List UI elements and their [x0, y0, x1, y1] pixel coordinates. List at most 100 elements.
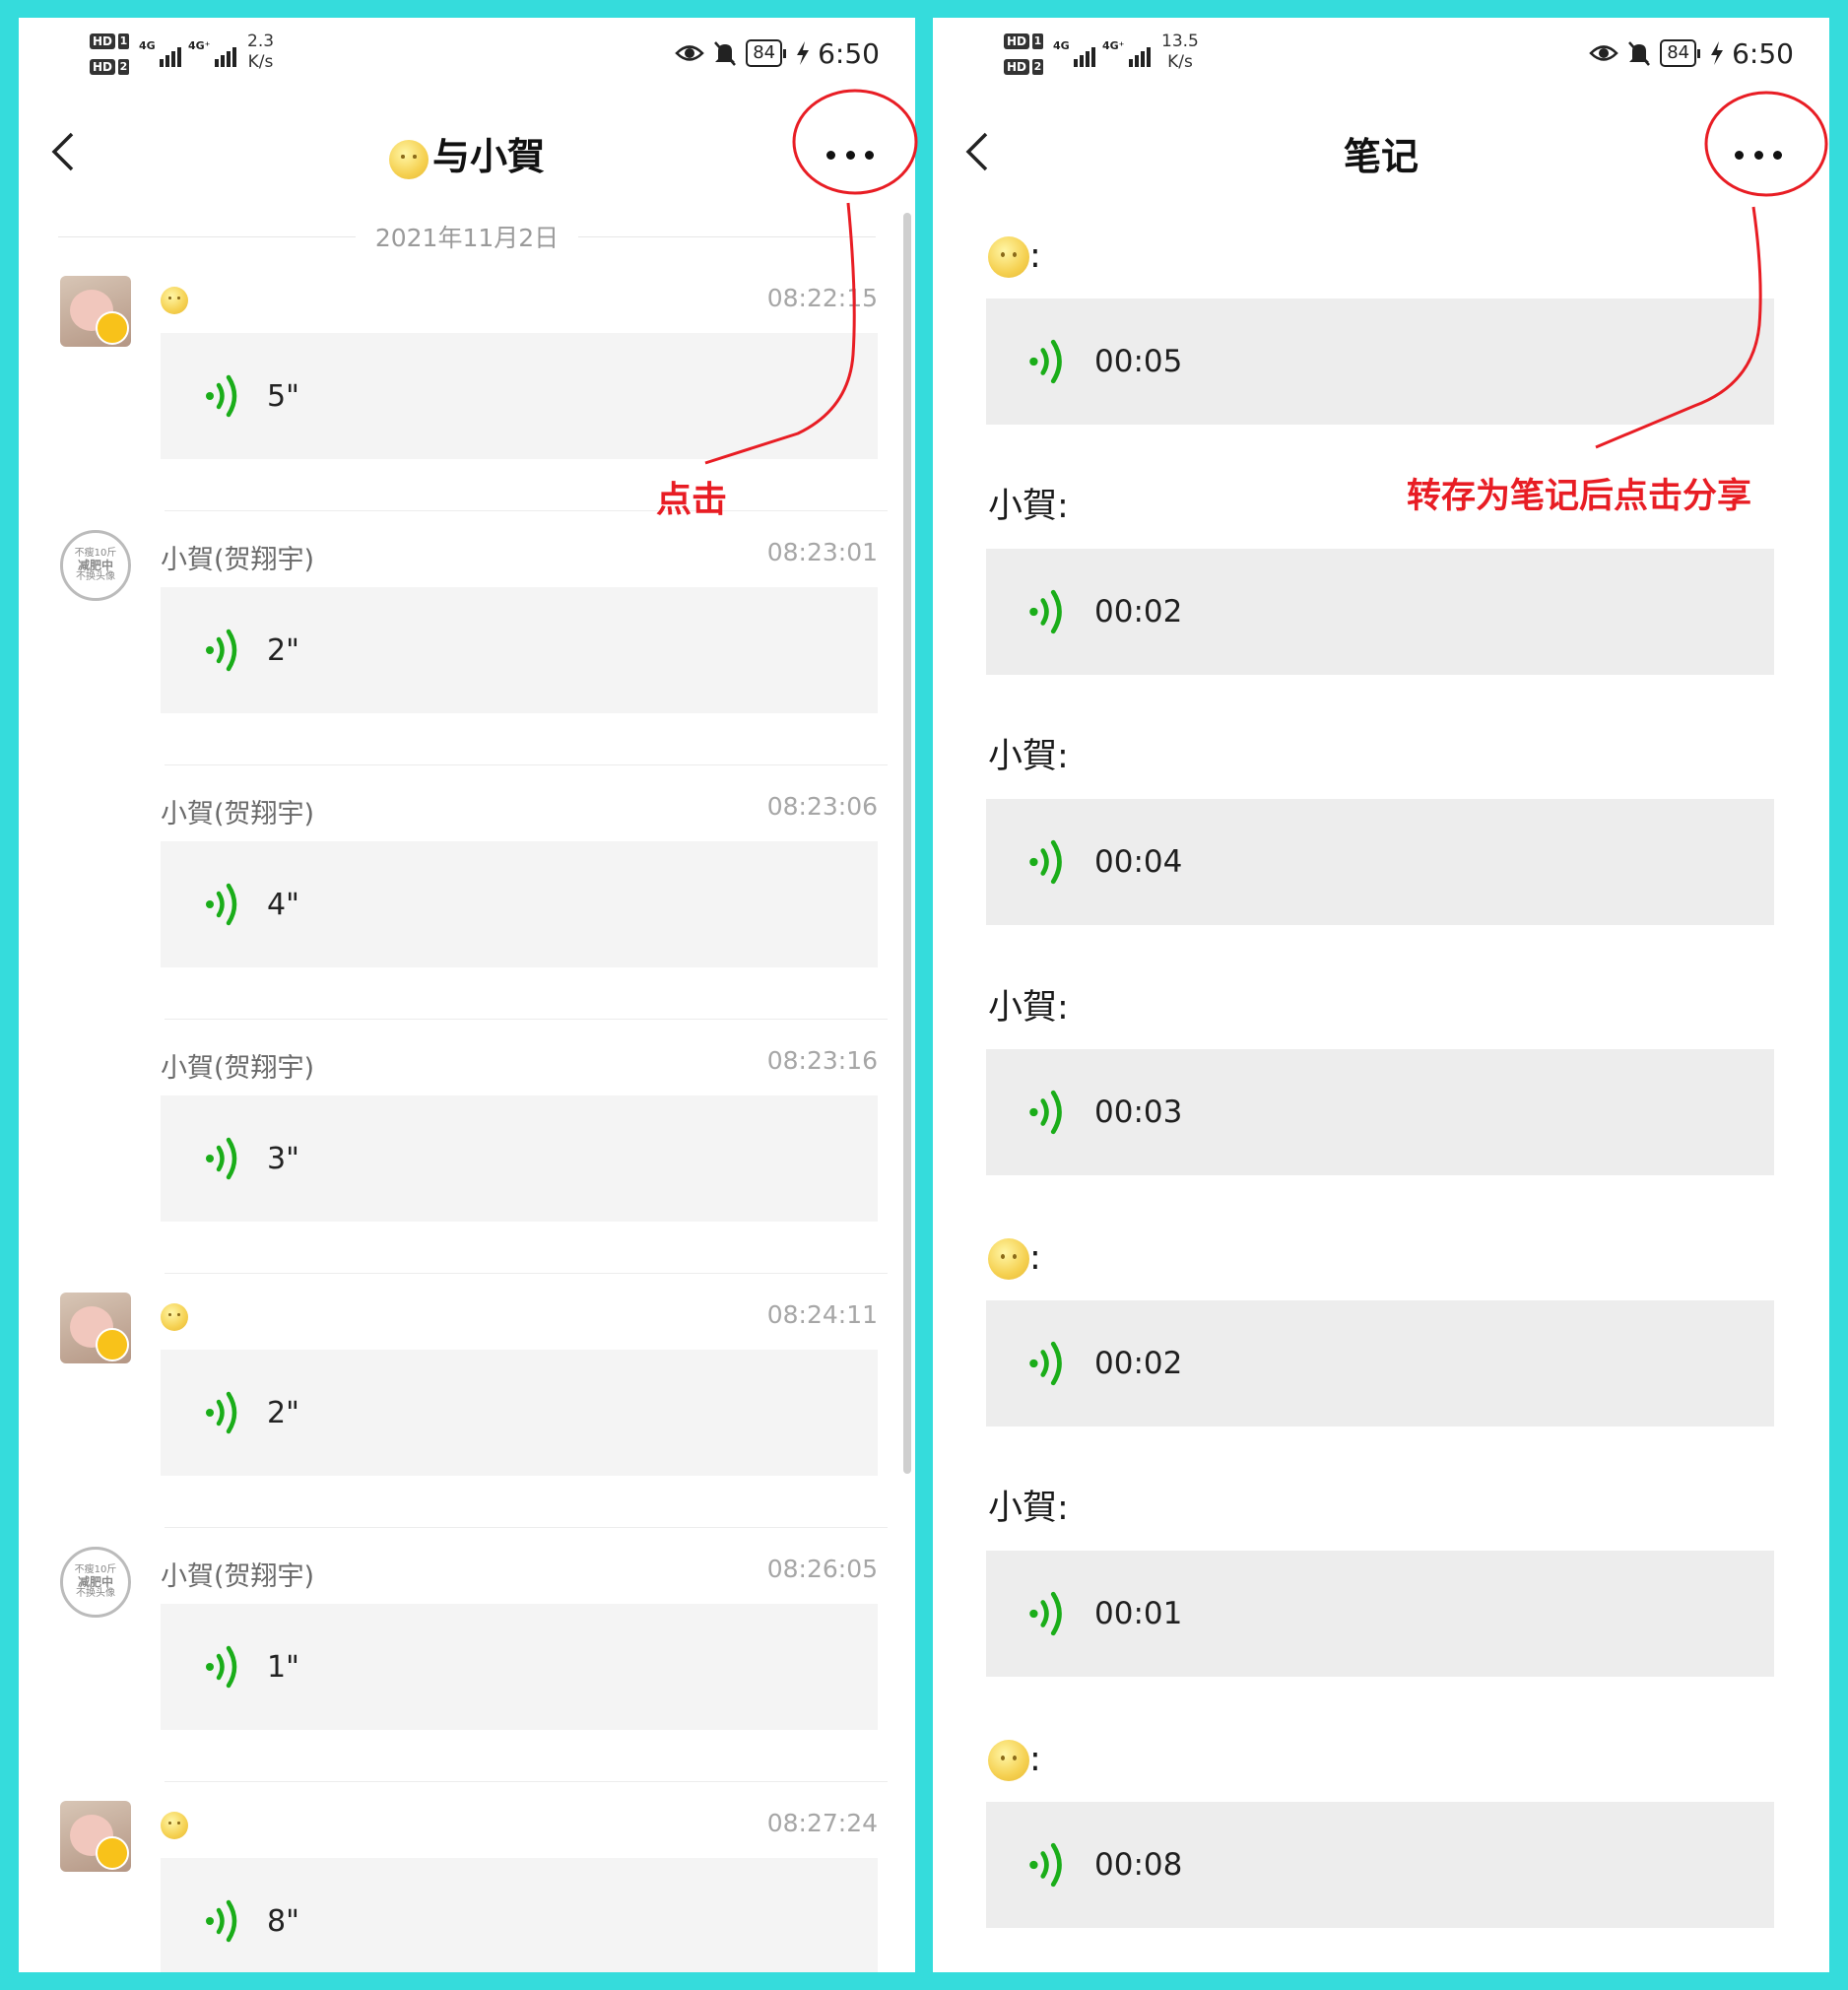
note-speaker: :: [988, 1234, 1041, 1282]
signal-icon: 4G⁺: [1102, 39, 1151, 67]
voice-message[interactable]: 2": [161, 1350, 878, 1476]
message-item: 小賀(贺翔宇) 08:23:16 3": [19, 1019, 915, 1293]
network-speed: 13.5 K/s: [1161, 32, 1199, 72]
sender-name: 小賀(贺翔宇): [161, 545, 315, 575]
emoji-avatar-icon: [988, 1740, 1029, 1781]
voice-duration: 00:03: [1094, 1094, 1183, 1130]
sim-indicators: HD 1 HD 2: [90, 32, 129, 83]
voice-duration: 2": [267, 632, 299, 668]
sender-name: [161, 1809, 188, 1839]
note-screen: HD 1 HD 2 4G 4G⁺ 13.5 K/s 84 6:50 笔记 : 00:0…: [933, 18, 1829, 1972]
emoji-avatar-icon: [988, 236, 1029, 278]
note-voice-message[interactable]: 00:01: [986, 1551, 1774, 1677]
hd-badge: HD: [90, 33, 116, 49]
page-title: 与小賀: [19, 132, 915, 181]
voice-wave-icon: [206, 1645, 237, 1689]
hd-badge: HD: [1004, 59, 1030, 75]
avatar[interactable]: [60, 1293, 131, 1363]
voice-wave-icon: [206, 374, 237, 418]
voice-duration: 1": [267, 1649, 299, 1685]
voice-wave-icon: [206, 1137, 237, 1180]
message-time: 08:23:16: [766, 1046, 878, 1075]
note-voice-message[interactable]: 00:02: [986, 549, 1774, 675]
voice-message[interactable]: 8": [161, 1858, 878, 1972]
voice-wave-icon: [206, 883, 237, 926]
voice-duration: 00:02: [1094, 1346, 1183, 1381]
voice-wave-icon: [206, 1899, 237, 1943]
message-time: 08:24:11: [766, 1300, 878, 1329]
emoji-avatar-icon: [161, 1302, 188, 1331]
message-item: 不瘦10斤 减肥中 不换头像 小賀(贺翔宇) 08:23:01 2": [19, 510, 915, 784]
voice-message[interactable]: 3": [161, 1095, 878, 1222]
emoji-avatar-icon: [161, 286, 188, 314]
sim-number: 2: [118, 59, 129, 75]
sender-name: [161, 1300, 188, 1331]
page-title: 笔记: [1343, 135, 1419, 178]
battery-indicator: 84: [746, 39, 787, 67]
note-speaker: :: [988, 232, 1041, 280]
signal-icon: 4G: [1053, 39, 1095, 67]
sim-number: 2: [1032, 59, 1043, 75]
note-voice-message[interactable]: 00:03: [986, 1049, 1774, 1175]
hd-badge: HD: [1004, 33, 1030, 49]
sender-name: 小賀(贺翔宇): [161, 799, 315, 829]
sim-indicators: HD 1 HD 2: [1004, 32, 1043, 83]
voice-duration: 8": [267, 1903, 299, 1939]
emoji-avatar-icon: [388, 139, 429, 179]
voice-wave-icon: [1029, 1090, 1062, 1135]
note-speaker: :: [988, 1736, 1041, 1783]
clock: 6:50: [818, 36, 880, 70]
more-options-icon[interactable]: [826, 148, 874, 162]
message-time: 08:23:06: [766, 792, 878, 821]
chat-date: 2021年11月2日: [374, 224, 560, 252]
message-item: 08:24:11 2": [19, 1273, 915, 1547]
voice-wave-icon: [1029, 589, 1062, 634]
note-voice-message[interactable]: 00:02: [986, 1300, 1774, 1426]
voice-duration: 00:02: [1094, 594, 1183, 630]
voice-wave-icon: [206, 1391, 237, 1434]
avatar[interactable]: [60, 276, 131, 347]
nav-bar: 笔记: [933, 95, 1829, 205]
avatar[interactable]: [60, 1801, 131, 1872]
message-time: 08:23:01: [766, 538, 878, 566]
note-voice-message[interactable]: 00:08: [986, 1802, 1774, 1928]
voice-message[interactable]: 2": [161, 587, 878, 713]
note-voice-message[interactable]: 00:04: [986, 799, 1774, 925]
more-options-icon[interactable]: [1735, 148, 1782, 162]
sim-number: 1: [118, 33, 129, 49]
note-speaker: 小賀:: [988, 737, 1069, 776]
voice-duration: 4": [267, 887, 299, 922]
note-voice-message[interactable]: 00:05: [986, 298, 1774, 425]
mute-bell-icon: [714, 41, 737, 66]
avatar[interactable]: 不瘦10斤 减肥中 不换头像: [60, 1547, 131, 1618]
sim-number: 1: [1032, 33, 1043, 49]
hd-badge: HD: [90, 59, 116, 75]
message-time: 08:22:15: [766, 284, 878, 312]
clock: 6:50: [1732, 36, 1794, 70]
voice-wave-icon: [206, 629, 237, 672]
eye-comfort-icon: [1589, 45, 1618, 61]
message-item: 08:27:24 8": [19, 1781, 915, 1972]
eye-comfort-icon: [675, 45, 704, 61]
message-time: 08:26:05: [766, 1555, 878, 1583]
message-item: 08:22:15 5": [19, 276, 915, 530]
voice-duration: 2": [267, 1395, 299, 1430]
note-speaker: 小賀:: [988, 988, 1069, 1028]
voice-message[interactable]: 5": [161, 333, 878, 459]
voice-message[interactable]: 1": [161, 1604, 878, 1730]
avatar[interactable]: 不瘦10斤 减肥中 不换头像: [60, 530, 131, 601]
network-speed: 2.3 K/s: [247, 32, 275, 72]
voice-wave-icon: [1029, 1842, 1062, 1888]
chat-history-screen: HD 1 HD 2 4G 4G⁺ 2.3 K/s 84 6:50 与小賀 2021年1…: [19, 18, 915, 1972]
voice-duration: 00:04: [1094, 844, 1183, 880]
note-speaker: 小賀:: [988, 1489, 1069, 1528]
emoji-avatar-icon: [161, 1811, 188, 1839]
battery-indicator: 84: [1660, 39, 1701, 67]
mute-bell-icon: [1628, 41, 1651, 66]
date-divider: 2021年11月2日: [58, 219, 876, 254]
sender-name: 小賀(贺翔宇): [161, 1053, 315, 1084]
signal-icon: 4G⁺: [188, 39, 236, 67]
voice-duration: 00:01: [1094, 1596, 1183, 1631]
voice-duration: 00:08: [1094, 1847, 1183, 1883]
voice-message[interactable]: 4": [161, 841, 878, 967]
